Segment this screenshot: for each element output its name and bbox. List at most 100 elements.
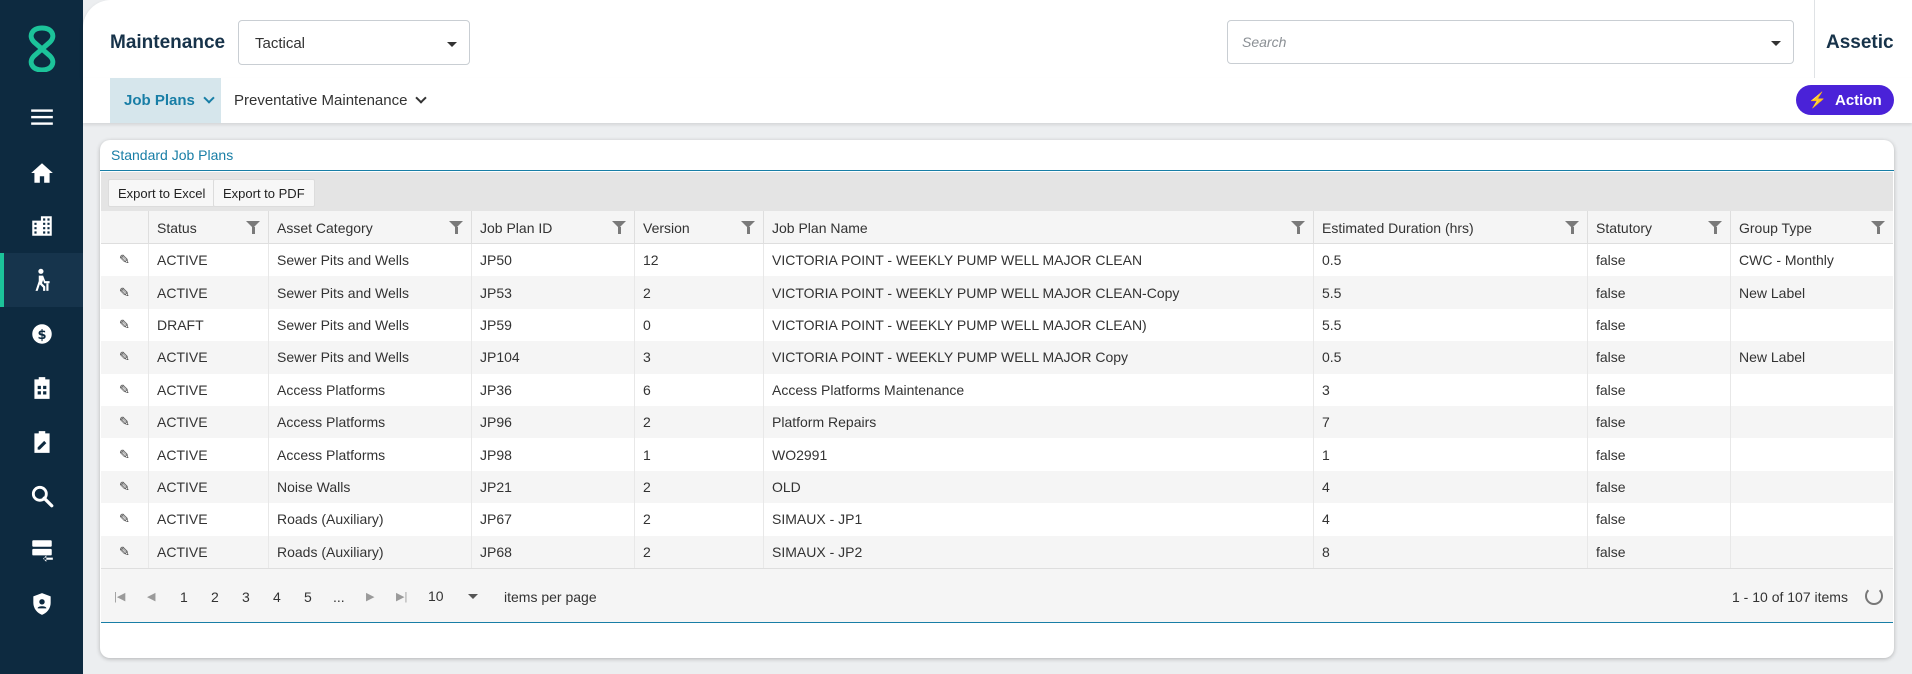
filter-icon[interactable] xyxy=(1708,221,1722,234)
filter-icon[interactable] xyxy=(1291,221,1305,234)
page-link[interactable]: 5 xyxy=(304,569,312,624)
assetic-logo-icon[interactable] xyxy=(22,24,62,72)
page-link-more[interactable]: ... xyxy=(333,569,345,624)
edit-row-cell[interactable]: ✎ xyxy=(101,471,148,503)
filter-icon[interactable] xyxy=(449,221,463,234)
card-title: Standard Job Plans xyxy=(111,147,234,163)
grid-toolbar: Export to Excel Export to PDF xyxy=(101,172,1893,211)
table-cell: ACTIVE xyxy=(148,244,268,277)
table-row[interactable]: ✎ ACTIVE Access Platforms JP36 6 Access Platf… xyxy=(101,373,1893,406)
filter-icon[interactable] xyxy=(246,221,260,234)
table-row[interactable]: ✎ ACTIVE Sewer Pits and Wells JP104 3 VICTORI… xyxy=(101,341,1893,374)
table-cell: JP98 xyxy=(471,438,634,471)
pencil-icon[interactable]: ✎ xyxy=(119,544,130,560)
buildings-icon[interactable] xyxy=(0,199,83,253)
table-row[interactable]: ✎ ACTIVE Sewer Pits and Wells JP53 2 VICTORIA… xyxy=(101,276,1893,309)
pencil-icon[interactable]: ✎ xyxy=(119,511,130,527)
edit-row-cell[interactable]: ✎ xyxy=(101,503,148,535)
module-select-value: Tactical xyxy=(255,35,306,52)
column-header-group-type[interactable]: Group Type xyxy=(1730,211,1893,244)
tab-preventative-maintenance[interactable]: Preventative Maintenance xyxy=(234,78,428,123)
last-page-icon[interactable]: ▶| xyxy=(396,569,407,624)
page-link[interactable]: 4 xyxy=(273,569,281,624)
pencil-icon[interactable]: ✎ xyxy=(119,285,130,301)
filter-icon[interactable] xyxy=(1871,221,1885,234)
table-cell: Roads (Auxiliary) xyxy=(268,503,471,536)
table-cell: 6 xyxy=(634,373,763,406)
search-icon[interactable] xyxy=(0,469,83,523)
home-icon[interactable] xyxy=(0,146,83,200)
page-link[interactable]: 2 xyxy=(211,569,219,624)
table-cell: ACTIVE xyxy=(148,276,268,309)
search-input[interactable] xyxy=(1242,31,1742,53)
table-cell xyxy=(1730,438,1893,471)
edit-row-cell[interactable]: ✎ xyxy=(101,309,148,341)
edit-row-cell[interactable]: ✎ xyxy=(101,438,148,470)
table-cell: 5.5 xyxy=(1313,308,1587,342)
finance-icon[interactable]: $ xyxy=(0,307,83,361)
table-row[interactable]: ✎ ACTIVE Roads (Auxiliary) JP67 2 SIMAUX - JP… xyxy=(101,503,1893,536)
tab-job-plans[interactable]: Job Plans xyxy=(110,78,221,123)
table-row[interactable]: ✎ ACTIVE Roads (Auxiliary) JP68 2 SIMAUX - JP… xyxy=(101,535,1893,568)
edit-row-cell[interactable]: ✎ xyxy=(101,244,148,276)
column-header-asset-category[interactable]: Asset Category xyxy=(268,211,471,244)
pencil-icon[interactable]: ✎ xyxy=(119,252,130,268)
edit-row-cell[interactable]: ✎ xyxy=(101,406,148,438)
worker-icon[interactable] xyxy=(0,253,83,307)
edit-row-cell[interactable]: ✎ xyxy=(101,276,148,308)
column-header-status[interactable]: Status xyxy=(148,211,268,244)
table-row[interactable]: ✎ DRAFT Sewer Pits and Wells JP59 0 VICTORIA … xyxy=(101,308,1893,342)
page-size-select[interactable]: 10 xyxy=(428,581,488,611)
page-link[interactable]: 3 xyxy=(242,569,250,624)
search-box[interactable] xyxy=(1227,20,1794,64)
pencil-icon[interactable]: ✎ xyxy=(119,349,130,365)
column-header-estimated-duration[interactable]: Estimated Duration (hrs) xyxy=(1313,211,1587,244)
table-row[interactable]: ✎ ACTIVE Noise Walls JP21 2 OLD 4 false xyxy=(101,470,1893,504)
table-cell: JP68 xyxy=(471,535,634,568)
clipboard-edit-icon[interactable] xyxy=(0,415,83,469)
table-cell: ACTIVE xyxy=(148,341,268,374)
table-row[interactable]: ✎ ACTIVE Access Platforms JP96 2 Platform Rep… xyxy=(101,406,1893,439)
server-import-icon[interactable] xyxy=(0,523,83,577)
caret-down-icon[interactable] xyxy=(1771,41,1781,46)
pencil-icon[interactable]: ✎ xyxy=(119,447,130,463)
filter-icon[interactable] xyxy=(612,221,626,234)
export-excel-button[interactable]: Export to Excel xyxy=(108,179,216,207)
next-page-icon[interactable]: ▶ xyxy=(366,569,374,624)
table-cell: Sewer Pits and Wells xyxy=(268,308,471,342)
refresh-icon[interactable] xyxy=(1865,587,1883,605)
pencil-icon[interactable]: ✎ xyxy=(119,382,130,398)
table-cell: 0 xyxy=(634,308,763,342)
top-header: Maintenance Tactical Assetic xyxy=(83,0,1912,78)
export-pdf-button[interactable]: Export to PDF xyxy=(213,179,315,207)
table-cell: 8 xyxy=(1313,535,1587,568)
module-select[interactable]: Tactical xyxy=(238,20,470,65)
pencil-icon[interactable]: ✎ xyxy=(119,479,130,495)
edit-row-cell[interactable]: ✎ xyxy=(101,536,148,568)
admin-shield-icon[interactable] xyxy=(0,577,83,631)
column-header-version[interactable]: Version xyxy=(634,211,763,244)
table-row[interactable]: ✎ ACTIVE Access Platforms JP98 1 WO2991 1 false xyxy=(101,438,1893,471)
tab-label: Preventative Maintenance xyxy=(234,92,408,109)
chevron-down-icon xyxy=(203,92,215,104)
page-link[interactable]: 1 xyxy=(180,569,188,624)
table-cell: false xyxy=(1587,276,1730,309)
pencil-icon[interactable]: ✎ xyxy=(119,414,130,430)
first-page-icon[interactable]: |◀ xyxy=(114,569,125,624)
menu-icon[interactable] xyxy=(0,90,83,144)
action-button[interactable]: ⚡ Action xyxy=(1796,85,1894,115)
filter-icon[interactable] xyxy=(1565,221,1579,234)
table-cell: JP53 xyxy=(471,276,634,309)
pencil-icon[interactable]: ✎ xyxy=(119,317,130,333)
prev-page-icon[interactable]: ◀ xyxy=(147,569,155,624)
filter-icon[interactable] xyxy=(741,221,755,234)
grid-header: Status Asset Category Job Plan ID Versio… xyxy=(101,211,1893,244)
table-row[interactable]: ✎ ACTIVE Sewer Pits and Wells JP50 12 VICTORI… xyxy=(101,244,1893,277)
table-cell: VICTORIA POINT - WEEKLY PUMP WELL MAJOR … xyxy=(763,244,1313,277)
clipboard-calc-icon[interactable] xyxy=(0,361,83,415)
column-header-job-plan-name[interactable]: Job Plan Name xyxy=(763,211,1313,244)
edit-row-cell[interactable]: ✎ xyxy=(101,374,148,406)
edit-row-cell[interactable]: ✎ xyxy=(101,341,148,373)
column-header-job-plan-id[interactable]: Job Plan ID xyxy=(471,211,634,244)
column-header-statutory[interactable]: Statutory xyxy=(1587,211,1730,244)
